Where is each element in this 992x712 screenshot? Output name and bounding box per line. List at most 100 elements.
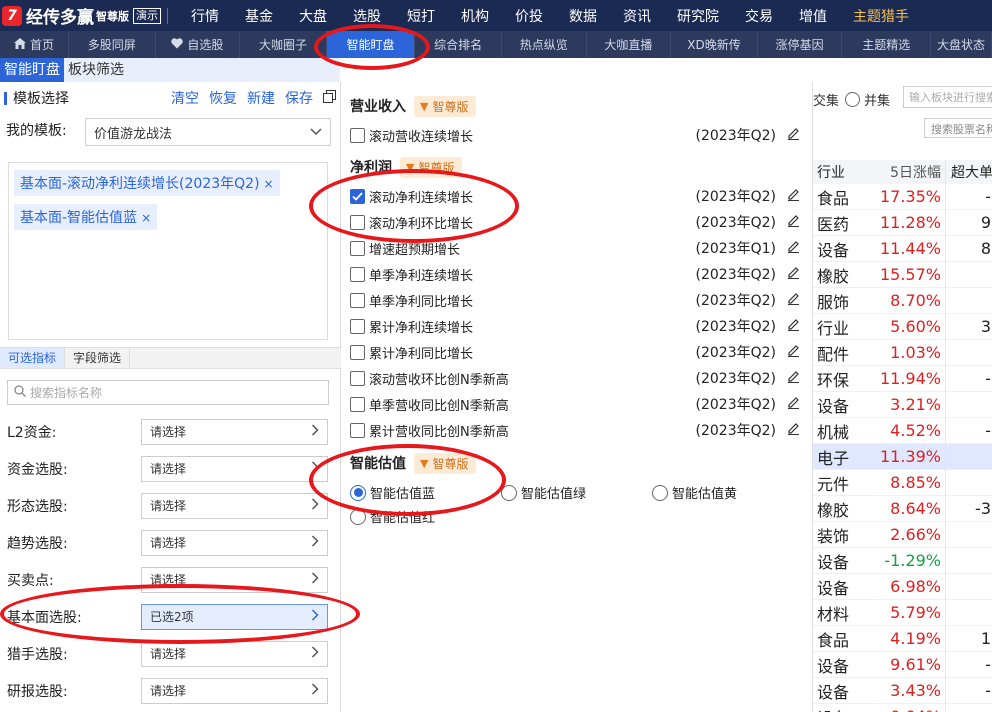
union-radio[interactable] xyxy=(845,91,861,107)
tab-7[interactable]: 热点纵览 xyxy=(502,31,587,58)
table-row[interactable]: 元件 8.85% xyxy=(813,470,992,496)
top-menu-item[interactable]: 大盘 xyxy=(286,6,340,26)
filter-select[interactable]: 请选择 xyxy=(141,640,328,667)
restore-button[interactable]: 恢复 xyxy=(209,88,237,108)
checkbox[interactable] xyxy=(350,422,365,438)
checkbox-row[interactable]: 滚动净利环比增长 (2023年Q2) xyxy=(350,209,802,235)
checkbox[interactable] xyxy=(350,266,365,282)
table-row[interactable]: 设备 6.98% xyxy=(813,574,992,600)
top-menu-item[interactable]: 主题猎手 xyxy=(840,6,922,26)
checkbox-row[interactable]: 累计营收同比创N季新高 (2023年Q2) xyxy=(350,417,802,443)
filter-select[interactable]: 请选择 xyxy=(141,492,328,519)
table-row[interactable]: 机械 4.52% - xyxy=(813,418,992,444)
filter-select[interactable]: 请选择 xyxy=(141,529,328,556)
tab-5[interactable]: 智能盯盘 xyxy=(326,31,416,58)
filter-select[interactable]: 已选2项 xyxy=(141,603,328,630)
checkbox-row[interactable]: 滚动营收连续增长 (2023年Q2) xyxy=(350,122,802,148)
table-row[interactable]: 橡胶 8.64% -3 xyxy=(813,496,992,522)
stock-search-input[interactable]: 搜索股票名称 xyxy=(924,118,992,138)
table-row[interactable]: 食品 4.19% 1 xyxy=(813,626,992,652)
checkbox-row[interactable]: 滚动营收环比创N季新高 (2023年Q2) xyxy=(350,365,802,391)
checkbox[interactable] xyxy=(350,396,365,412)
valuation-radio[interactable]: 智能估值蓝 xyxy=(350,483,435,502)
filter-select[interactable]: 请选择 xyxy=(141,677,328,704)
checkbox-row[interactable]: 累计净利同比增长 (2023年Q2) xyxy=(350,339,802,365)
edit-icon[interactable] xyxy=(786,239,802,257)
filter-select[interactable]: 请选择 xyxy=(141,418,328,445)
top-menu-item[interactable]: 基金 xyxy=(232,6,286,26)
demo-button[interactable]: 演示 xyxy=(133,7,161,24)
side-tab-1[interactable]: 智能盯盘 xyxy=(0,58,64,82)
top-menu-item[interactable]: 行情 xyxy=(178,6,232,26)
tab-10[interactable]: 涨停基因 xyxy=(758,31,843,58)
radio-circle[interactable] xyxy=(501,484,517,501)
edit-icon[interactable] xyxy=(786,369,802,387)
tab-3[interactable]: 自选股 xyxy=(156,31,241,58)
valuation-radio[interactable]: 智能估值红 xyxy=(350,507,435,526)
tab-1[interactable]: 首页 xyxy=(0,31,69,58)
checkbox[interactable] xyxy=(350,240,365,256)
checkbox[interactable] xyxy=(350,127,365,143)
tab-9[interactable]: XD晚新传 xyxy=(671,31,758,58)
union-option[interactable]: 并集 xyxy=(864,90,890,109)
close-icon[interactable]: × xyxy=(264,177,274,191)
copy-icon[interactable] xyxy=(323,89,336,107)
table-row[interactable]: 配件 1.03% xyxy=(813,340,992,366)
indicator-search-input[interactable]: 搜索指标名称 xyxy=(7,380,329,405)
edit-icon[interactable] xyxy=(786,395,802,413)
top-menu-item[interactable]: 研究院 xyxy=(664,6,732,26)
valuation-radio[interactable]: 智能估值绿 xyxy=(501,483,586,502)
header-industry[interactable]: 行业 xyxy=(813,162,849,182)
table-row[interactable]: 医药 11.28% 9 xyxy=(813,210,992,236)
subtab-2[interactable]: 字段筛选 xyxy=(65,348,131,368)
edit-icon[interactable] xyxy=(786,421,802,439)
top-menu-item[interactable]: 资讯 xyxy=(610,6,664,26)
table-row[interactable]: 橡胶 15.57% xyxy=(813,262,992,288)
checkbox-row[interactable]: 单季净利连续增长 (2023年Q2) xyxy=(350,261,802,287)
edit-icon[interactable] xyxy=(786,265,802,283)
table-row[interactable]: 材料 5.79% xyxy=(813,600,992,626)
edit-icon[interactable] xyxy=(786,343,802,361)
top-menu-item[interactable]: 价投 xyxy=(502,6,556,26)
edit-icon[interactable] xyxy=(786,213,802,231)
header-super[interactable]: 超大单 xyxy=(945,162,992,182)
checkbox-row[interactable]: 滚动净利连续增长 (2023年Q2) xyxy=(350,183,802,209)
tab-4[interactable]: 大咖圈子 xyxy=(240,31,327,58)
template-dropdown[interactable]: 价值游龙战法 xyxy=(85,118,331,146)
table-row[interactable]: 设备0.04% xyxy=(813,704,992,712)
radio-circle[interactable] xyxy=(652,484,668,501)
table-row[interactable]: 设备 3.21% xyxy=(813,392,992,418)
checkbox-row[interactable]: 累计净利连续增长 (2023年Q2) xyxy=(350,313,802,339)
checkbox[interactable] xyxy=(350,292,365,308)
valuation-radio[interactable]: 智能估值黄 xyxy=(652,483,737,502)
edit-icon[interactable] xyxy=(786,291,802,309)
checkbox-row[interactable]: 单季净利同比增长 (2023年Q2) xyxy=(350,287,802,313)
top-menu-item[interactable]: 增值 xyxy=(786,6,840,26)
table-row[interactable]: 电子 11.39% xyxy=(813,444,992,470)
table-row[interactable]: 行业 5.60% 3 xyxy=(813,314,992,340)
tab-8[interactable]: 大咖直播 xyxy=(587,31,672,58)
new-button[interactable]: 新建 xyxy=(247,88,275,108)
checkbox-row[interactable]: 增速超预期增长 (2023年Q1) xyxy=(350,235,802,261)
save-button[interactable]: 保存 xyxy=(285,88,313,108)
sector-search-input[interactable]: 输入板块进行搜索 xyxy=(903,86,992,108)
checkbox[interactable] xyxy=(350,370,365,386)
close-icon[interactable]: × xyxy=(141,211,151,225)
tab-12[interactable]: 大盘状态 xyxy=(931,31,992,58)
edit-icon[interactable] xyxy=(786,126,802,144)
filter-select[interactable]: 请选择 xyxy=(141,566,328,593)
table-row[interactable]: 设备 3.43% - xyxy=(813,678,992,704)
top-menu-item[interactable]: 数据 xyxy=(556,6,610,26)
tab-6[interactable]: 综合排名 xyxy=(415,31,502,58)
tab-2[interactable]: 多股同屏 xyxy=(69,31,156,58)
checkbox[interactable] xyxy=(350,188,365,204)
top-menu-item[interactable]: 短打 xyxy=(394,6,448,26)
checkbox[interactable] xyxy=(350,344,365,360)
subtab-1[interactable]: 可选指标 xyxy=(0,348,66,368)
checkbox-row[interactable]: 单季营收同比创N季新高 (2023年Q2) xyxy=(350,391,802,417)
top-menu-item[interactable]: 选股 xyxy=(340,6,394,26)
checkbox[interactable] xyxy=(350,318,365,334)
filter-select[interactable]: 请选择 xyxy=(141,455,328,482)
table-row[interactable]: 设备 9.61% - xyxy=(813,652,992,678)
edit-icon[interactable] xyxy=(786,187,802,205)
